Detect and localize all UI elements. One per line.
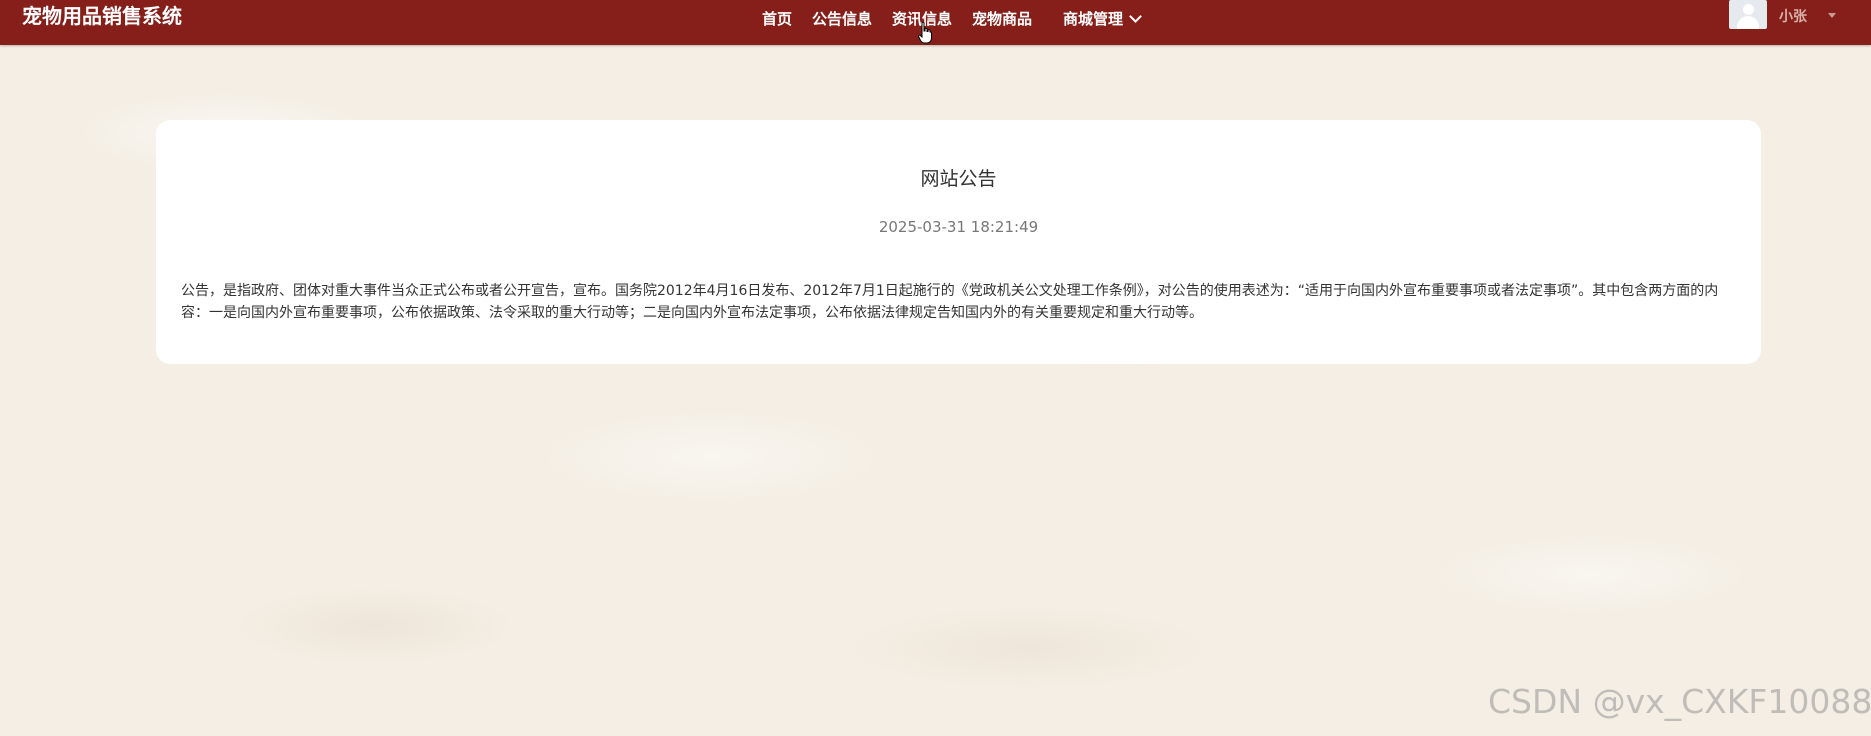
- watermark: CSDN @vx_CXKF10088: [1488, 682, 1871, 721]
- nav-item-mall-label: 商城管理: [1063, 10, 1124, 28]
- nav-item-goods[interactable]: 宠物商品: [972, 8, 1032, 30]
- avatar-body-shape: [1737, 16, 1759, 29]
- caret-down-icon[interactable]: [1828, 13, 1836, 18]
- notice-date: 2025-03-31 18:21:49: [878, 218, 1039, 236]
- nav-item-mall-management[interactable]: 商城管理: [1063, 8, 1142, 30]
- notice-content: 公告，是指政府、团体对重大事件当众正式公布或者公开宣告，宣布。国务院2012年4…: [181, 283, 1719, 321]
- nav-item-home[interactable]: 首页: [762, 8, 792, 30]
- hand-pointer-cursor-icon: [918, 22, 932, 44]
- avatar-head-shape: [1743, 4, 1754, 15]
- username[interactable]: 小张: [1779, 6, 1807, 26]
- chevron-down-icon: [1129, 10, 1142, 23]
- notice-card: 网站公告 2025-03-31 18:21:49 公告，是指政府、团体对重大事件…: [156, 120, 1761, 364]
- top-navigation-bar: 宠物用品销售系统 首页 公告信息 资讯信息 宠物商品 商城管理 小张: [0, 0, 1871, 45]
- user-avatar[interactable]: [1729, 0, 1767, 29]
- nav-item-notice[interactable]: 公告信息: [812, 8, 872, 30]
- notice-title: 网站公告: [920, 168, 997, 190]
- site-title[interactable]: 宠物用品销售系统: [22, 2, 182, 30]
